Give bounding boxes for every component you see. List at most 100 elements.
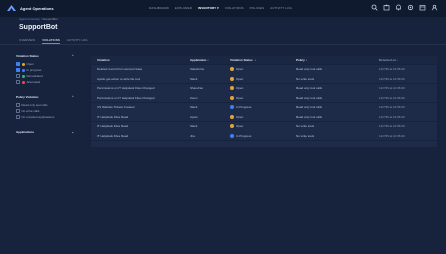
table-row[interactable]: IT Helpdesk Files Read Apolo Open Read only… xyxy=(91,112,437,121)
filter-header-status[interactable]: Violation Status ⌃ xyxy=(16,54,74,58)
cell-status: Open xyxy=(230,86,296,90)
table-header: Violation Application ↓ Violation Status… xyxy=(91,56,437,64)
status-icon xyxy=(230,114,234,119)
filter-item-alternated[interactable]: Alternated xyxy=(16,79,74,85)
filter-header-applications[interactable]: Applications ⌄ xyxy=(16,130,74,134)
status-label: Open xyxy=(236,76,244,81)
table-row[interactable]: Permissions on IT Helpdesk Files Changed… xyxy=(91,93,437,102)
chevron-up-icon: ⌃ xyxy=(71,95,74,99)
calendar-icon[interactable] xyxy=(419,4,426,11)
table-row[interactable]: Permissions on IT Helpdesk Files Changed… xyxy=(91,83,437,93)
cell-detected: 11/7/25 at 10:36:00 xyxy=(379,105,405,109)
settings-icon[interactable] xyxy=(407,4,414,11)
checkbox[interactable] xyxy=(16,68,20,72)
status-icon xyxy=(230,67,234,71)
cell-status: In Progress xyxy=(230,105,296,109)
cell-detected: 11/7/25 at 10:36:00 xyxy=(379,124,405,128)
cell-application: Slack xyxy=(190,76,198,81)
checkbox[interactable] xyxy=(16,80,20,84)
chevron-down-icon: ⌄ xyxy=(71,130,74,134)
app-name: Agent Operations xyxy=(20,6,54,11)
col-header-detected[interactable]: Detected on ↓ xyxy=(354,58,437,62)
col-header-status[interactable]: Violation Status ↓ xyxy=(230,58,296,62)
status-icon xyxy=(230,124,234,128)
top-bar: Agent Operations DASHBOARD EXPLORER INVE… xyxy=(0,0,446,17)
cell-detected: 11/7/25 at 10:36:00 xyxy=(379,133,405,138)
status-label: Open xyxy=(236,86,244,90)
nav-activity-log[interactable]: ACTIVITY LOG xyxy=(270,6,292,10)
col-header-policy[interactable]: Policy ↓ xyxy=(296,58,354,62)
breadcrumb: Agent Inventory / SupportBot xyxy=(19,17,58,21)
status-dot-icon xyxy=(21,74,25,78)
sort-arrow-icon: ↓ xyxy=(254,58,257,62)
cell-policy: Read only tool calls xyxy=(296,86,323,90)
notification-icon[interactable] xyxy=(395,4,402,11)
sort-arrow-icon: ↓ xyxy=(207,58,209,62)
status-label: In Progress xyxy=(236,105,252,109)
nav-explorer[interactable]: EXPLORER xyxy=(175,6,192,10)
cell-application: Zoom xyxy=(190,95,198,100)
cell-application: Slack xyxy=(190,124,198,128)
cell-detected: 11/7/25 at 10:36:00 xyxy=(379,76,405,81)
user-icon[interactable] xyxy=(431,4,438,11)
main-nav: DASHBOARD EXPLORER INVENTORY ▾ VIOLATION… xyxy=(149,6,292,10)
puzzle-icon[interactable] xyxy=(383,4,390,11)
checkbox[interactable] xyxy=(16,103,20,107)
nav-policies[interactable]: POLICIES xyxy=(250,6,265,10)
checkbox[interactable] xyxy=(16,74,20,78)
table-row[interactable]: IT Helpdesk Files Read Slack Open No write … xyxy=(91,121,437,131)
cell-application: Salesforce xyxy=(190,67,205,71)
filter-label: In progress xyxy=(26,68,42,72)
nav-violations[interactable]: VIOLATIONS xyxy=(225,6,244,10)
col-header-application[interactable]: Application ↓ xyxy=(190,58,230,62)
col-header-violation[interactable]: Violation xyxy=(91,58,190,62)
nav-dashboard[interactable]: DASHBOARD xyxy=(149,6,169,10)
sort-arrow-icon: ↓ xyxy=(305,58,308,62)
table-row[interactable]: Apollo get action to write file tool Slac… xyxy=(91,74,437,83)
cell-status: Open xyxy=(230,114,296,119)
checkbox[interactable] xyxy=(16,62,20,66)
table-row[interactable]: IT Helpdesk Files Read Jira In Progress No … xyxy=(91,131,437,140)
search-icon[interactable] xyxy=(371,4,378,11)
cell-detected: 11/7/25 at 10:36:00 xyxy=(379,95,405,100)
cell-violation: IT Helpdesk Files Read xyxy=(97,124,129,128)
breadcrumb-root[interactable]: Agent Inventory xyxy=(19,17,40,21)
sort-arrow-icon: ↓ xyxy=(397,58,399,62)
col-header-policy-label: Policy xyxy=(296,58,305,62)
cell-status: Open xyxy=(230,124,296,128)
cell-policy: Read only tool calls xyxy=(296,95,323,100)
nav-inventory[interactable]: INVENTORY ▾ xyxy=(198,6,219,10)
checkbox[interactable] xyxy=(16,109,20,113)
cell-application: ShareFax xyxy=(190,86,204,90)
divider xyxy=(0,44,446,45)
filter-label: Alternated xyxy=(26,80,41,84)
status-dot-icon xyxy=(21,68,25,72)
status-label: Open xyxy=(236,114,244,119)
checkbox[interactable] xyxy=(16,115,20,119)
filter-label: No write calls xyxy=(21,109,40,113)
status-dot-icon xyxy=(21,80,25,84)
table-row[interactable]: CS Website Tickets Created Slack In Progre… xyxy=(91,102,437,112)
cell-violation: Apollo get action to write file tool xyxy=(97,76,141,81)
violations-table: Violation Application ↓ Violation Status… xyxy=(91,56,437,147)
status-icon xyxy=(230,105,234,109)
status-icon xyxy=(230,133,234,138)
table-footer-row xyxy=(91,140,437,147)
nav-inventory-label: INVENTORY xyxy=(198,6,217,10)
status-icon xyxy=(230,76,234,81)
table-body: Deleted record from account base Salesfor… xyxy=(91,64,437,140)
filter-title-status: Violation Status xyxy=(16,54,39,58)
cell-violation: Permissions on IT Helpdesk Files Changed xyxy=(97,95,155,100)
cell-violation: IT Helpdesk Files Read xyxy=(97,133,129,138)
status-icon xyxy=(230,95,234,100)
cell-violation: IT Helpdesk Files Read xyxy=(97,114,129,119)
status-label: Open xyxy=(236,95,244,100)
cell-status: Open xyxy=(230,76,296,81)
table-row[interactable]: Deleted record from account base Salesfor… xyxy=(91,64,437,74)
filter-item-unvetted[interactable]: No unvetted applications xyxy=(16,114,74,120)
col-header-application-label: Application xyxy=(190,58,207,62)
status-label: Open xyxy=(236,67,244,71)
header-icons xyxy=(371,4,438,11)
filter-label: Open xyxy=(26,62,34,66)
filter-header-policy[interactable]: Policy Violation ⌃ xyxy=(16,95,74,99)
